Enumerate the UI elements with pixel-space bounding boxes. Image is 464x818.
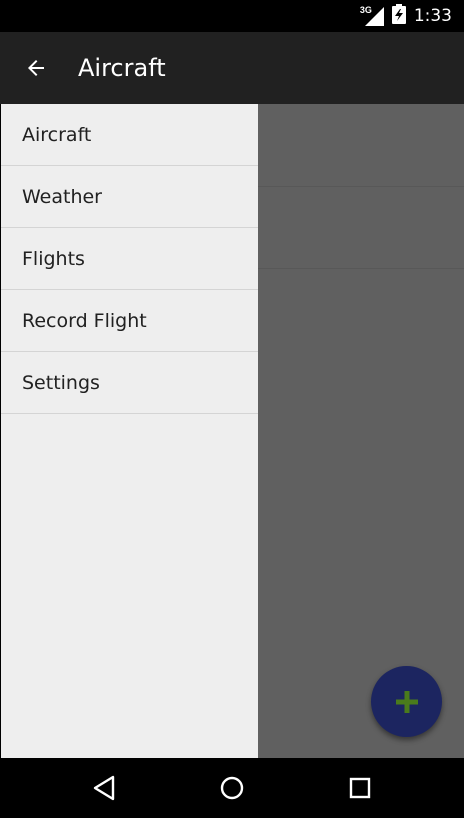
list-divider [258, 186, 464, 187]
status-bar: 3G 1:33 [0, 0, 464, 32]
cell-signal-icon: 3G [359, 5, 384, 26]
drawer-item-label: Aircraft [22, 123, 92, 146]
back-button[interactable] [18, 50, 54, 86]
circle-home-icon [220, 776, 244, 800]
battery-charging-icon [391, 3, 406, 29]
drawer-item-weather[interactable]: Weather [1, 166, 258, 228]
drawer-item-label: Record Flight [22, 309, 147, 332]
nav-home-button[interactable] [214, 770, 250, 806]
arrow-back-icon [28, 60, 44, 76]
drawer-item-record-flight[interactable]: Record Flight [1, 290, 258, 352]
drawer-item-label: Settings [22, 371, 100, 394]
status-icons: 3G 1:33 [359, 0, 452, 32]
drawer-item-label: Flights [22, 247, 85, 270]
content-scrim[interactable] [258, 104, 464, 758]
drawer-item-aircraft[interactable]: Aircraft [1, 104, 258, 166]
triangle-back-icon [93, 775, 115, 801]
plus-icon [395, 690, 418, 713]
page-title: Aircraft [78, 54, 166, 82]
drawer-item-label: Weather [22, 185, 102, 208]
nav-recents-button[interactable] [342, 770, 378, 806]
network-type-label: 3G [359, 5, 372, 15]
system-nav-bar [0, 758, 464, 818]
drawer-item-flights[interactable]: Flights [1, 228, 258, 290]
navigation-drawer: Aircraft Weather Flights Record Flight S… [1, 104, 258, 758]
status-clock: 1:33 [413, 6, 452, 26]
nav-back-button[interactable] [86, 770, 122, 806]
drawer-item-settings[interactable]: Settings [1, 352, 258, 414]
list-divider [258, 268, 464, 269]
square-recents-icon [349, 777, 371, 799]
app-bar: Aircraft [0, 32, 464, 104]
add-fab-button[interactable] [371, 666, 442, 737]
